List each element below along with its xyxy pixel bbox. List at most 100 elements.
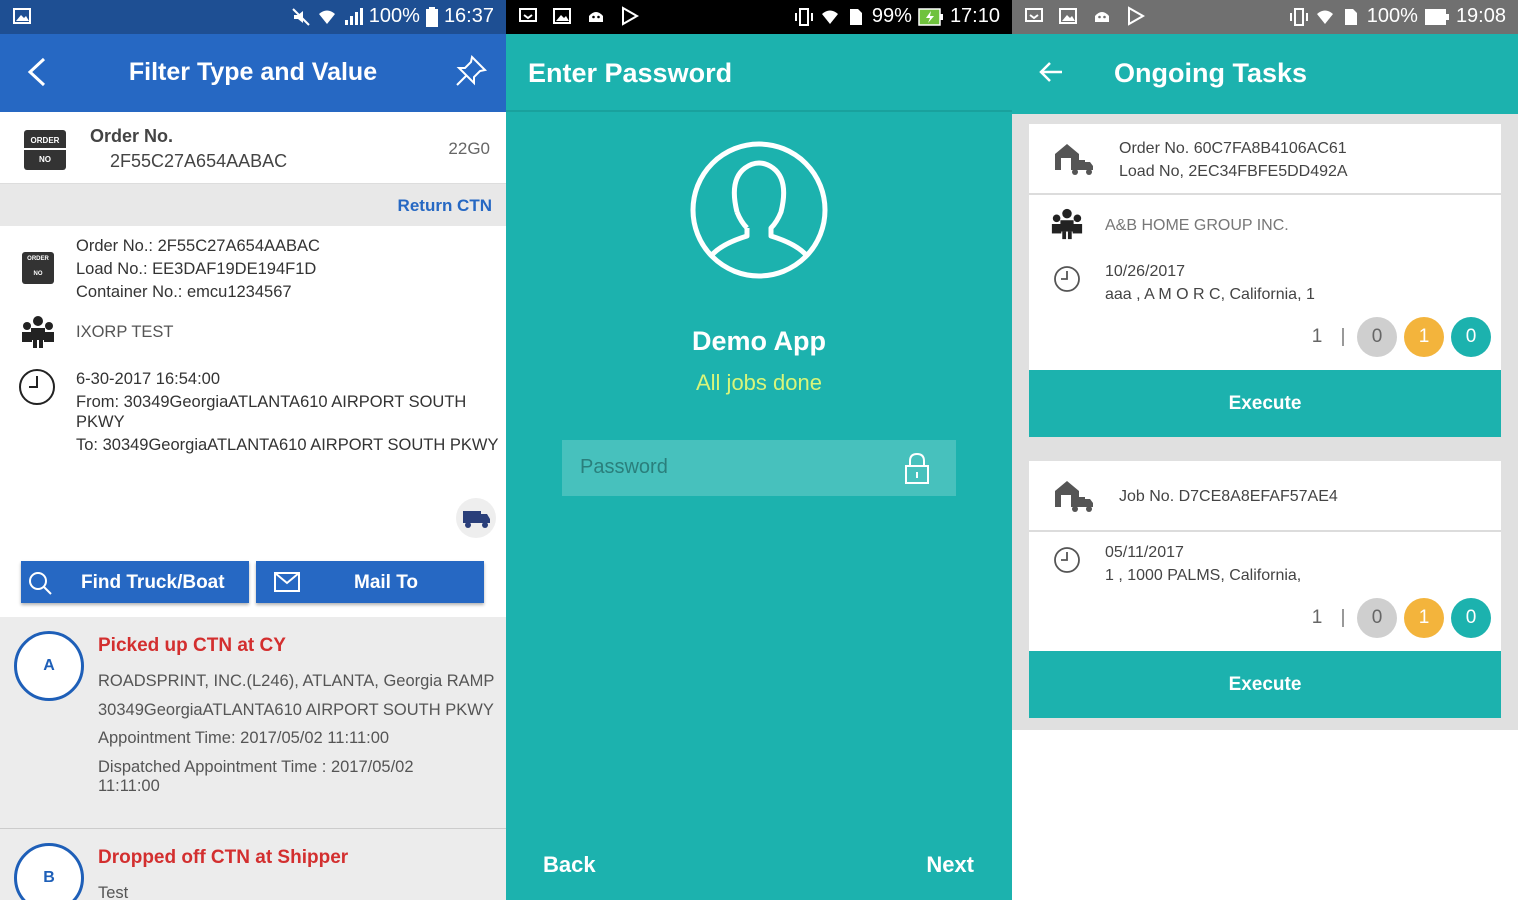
order-no-icon: ORDER NO (24, 130, 66, 170)
container-type-code: 22G0 (448, 139, 490, 158)
status-bar: 99% 17:10 (506, 0, 1012, 34)
people-icon (1051, 208, 1083, 240)
battery-percent: 100% (368, 5, 420, 27)
warehouse-truck-icon (1055, 144, 1093, 175)
search-icon (29, 572, 52, 595)
task-order-no: Order No. 60C7FA8B4106AC61 (1119, 140, 1347, 157)
task-status-counts: 1 0 1 0 (1309, 598, 1491, 638)
clock-icon (1054, 547, 1080, 573)
truck-icon (463, 511, 490, 528)
task-job-no: Job No. D7CE8A8EFAF57AE4 (1119, 488, 1338, 505)
done-count-badge: 0 (1451, 317, 1491, 357)
task-address: 1 , 1000 PALMS, California, (1105, 567, 1302, 584)
task-body: 05/11/2017 1 , 1000 PALMS, California, 1… (1029, 532, 1501, 651)
event-line: 30349GeorgiaATLANTA610 AIRPORT SOUTH PKW… (98, 701, 494, 719)
password-panel: 99% 17:10 Enter Password Demo App All jo… (506, 0, 1012, 900)
event-line: 11:11:00 (98, 777, 160, 795)
detail-to: To: 30349GeorgiaATLANTA610 AIRPORT SOUTH… (76, 436, 499, 454)
task-card[interactable]: Job No. D7CE8A8EFAF57AE4 05/11/2017 1 , … (1029, 461, 1501, 718)
order-header[interactable]: ORDER NO Order No. 2F55C27A654AABAC 22G0 (0, 112, 506, 184)
mute-icon (292, 7, 310, 26)
user-avatar-icon (690, 141, 828, 279)
task-date: 10/26/2017 (1105, 263, 1186, 280)
order-details: ORDER NO Order No.: 2F55C27A654AABAC Load… (0, 226, 506, 546)
done-count-badge: 0 (1451, 598, 1491, 638)
back-arrow-icon[interactable] (1038, 60, 1064, 84)
page-title: Filter Type and Value (128, 58, 378, 86)
warehouse-truck-icon (1055, 481, 1093, 512)
wifi-icon (821, 10, 838, 24)
android-icon (589, 12, 603, 22)
password-field[interactable] (562, 440, 956, 496)
pending-count-badge: 0 (1357, 598, 1397, 638)
status-bar: 100% 19:08 (1012, 0, 1518, 34)
timeline-item[interactable]: B Dropped off CTN at Shipper Test (0, 829, 506, 900)
order-label: Order No. (90, 126, 174, 146)
wifi-icon (318, 10, 335, 24)
timeline-item[interactable]: A Picked up CTN at CY ROADSPRINT, INC.(L… (0, 617, 506, 827)
detail-from-cont: PKWY (76, 413, 125, 431)
battery-icon (1424, 8, 1449, 25)
vibrate-icon (794, 7, 813, 26)
next-button[interactable]: Next (926, 852, 974, 878)
page-title: Enter Password (528, 58, 733, 88)
count-separator (1342, 609, 1344, 627)
clock-icon (19, 369, 55, 405)
detail-from: From: 30349GeorgiaATLANTA610 AIRPORT SOU… (76, 393, 467, 411)
cast-icon (1025, 8, 1043, 22)
lock-icon (905, 452, 929, 484)
signal-icon (344, 7, 363, 25)
app-bar: Ongoing Tasks (1012, 34, 1518, 114)
return-ctn-link[interactable]: Return CTN (398, 196, 492, 216)
event-line: Dispatched Appointment Time : 2017/05/02 (98, 758, 414, 776)
count-separator (1342, 328, 1344, 346)
pin-icon[interactable] (454, 54, 488, 88)
task-header: Order No. 60C7FA8B4106AC61 Load No, 2EC3… (1029, 124, 1501, 193)
task-body: A&B HOME GROUP INC. 10/26/2017 aaa , A M… (1029, 195, 1501, 370)
vibrate-icon (1289, 7, 1308, 26)
event-line: ROADSPRINT, INC.(L246), ATLANTA, Georgia… (98, 672, 495, 690)
detail-load-no: Load No.: EE3DAF19DE194F1D (76, 260, 317, 278)
in-progress-count-badge: 1 (1404, 317, 1444, 357)
find-truck-button[interactable]: Find Truck/Boat (21, 561, 249, 603)
timeline-marker: B (14, 843, 84, 900)
no-sim-icon (849, 8, 862, 25)
task-list: Order No. 60C7FA8B4106AC61 Load No, 2EC3… (1012, 114, 1518, 730)
cast-icon (519, 8, 537, 22)
clock-time: 19:08 (1455, 5, 1506, 27)
tasks-panel: 100% 19:08 Ongoing Tasks Order No. 60C7F… (1012, 0, 1518, 900)
app-name: Demo App (692, 326, 826, 356)
wifi-icon (1316, 10, 1333, 24)
task-company: A&B HOME GROUP INC. (1105, 217, 1289, 234)
clock-icon (1054, 266, 1080, 292)
execute-button[interactable]: Execute (1029, 370, 1501, 437)
detail-container-no: Container No.: emcu1234567 (76, 283, 292, 301)
event-line: Test (98, 884, 129, 900)
event-title: Picked up CTN at CY (98, 635, 286, 656)
play-store-icon (622, 6, 640, 26)
task-card[interactable]: Order No. 60C7FA8B4106AC61 Load No, 2EC3… (1029, 124, 1501, 437)
battery-percent: 100% (1366, 5, 1418, 27)
mail-to-button[interactable]: Mail To (256, 561, 484, 603)
task-address: aaa , A M O R C, California, 1 (1105, 286, 1315, 303)
in-progress-count-badge: 1 (1404, 598, 1444, 638)
task-load-no: Load No, 2EC34FBFE5DD492A (1119, 163, 1348, 180)
execute-button[interactable]: Execute (1029, 651, 1501, 718)
people-icon (22, 316, 54, 348)
back-button[interactable]: Back (543, 852, 596, 878)
detail-datetime: 6-30-2017 16:54:00 (76, 370, 221, 388)
password-input[interactable] (580, 452, 880, 482)
mail-icon (274, 572, 300, 592)
play-store-icon (1128, 6, 1146, 26)
page-title: Ongoing Tasks (1114, 58, 1308, 88)
image-notification-icon (1059, 8, 1077, 24)
task-header: Job No. D7CE8A8EFAF57AE4 (1029, 461, 1501, 530)
task-date: 05/11/2017 (1105, 544, 1184, 561)
truck-avatar[interactable] (456, 498, 496, 538)
app-bar: Filter Type and Value (0, 34, 506, 112)
task-count: 1 (1311, 326, 1323, 347)
pending-count-badge: 0 (1357, 317, 1397, 357)
filter-panel: 100% 16:37 Filter Type and Value ORDER NO… (0, 0, 506, 900)
event-title: Dropped off CTN at Shipper (98, 847, 349, 868)
status-bar: 100% 16:37 (0, 0, 506, 34)
